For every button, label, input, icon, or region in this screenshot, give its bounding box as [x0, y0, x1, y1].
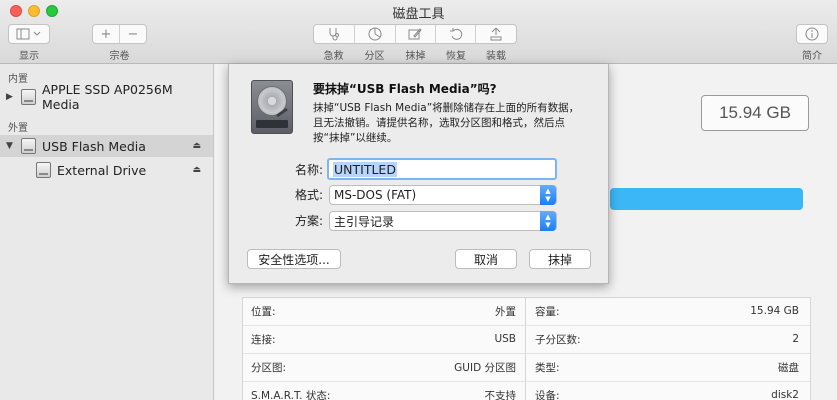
sidebar: 内置 ▶ APPLE SSD AP0256M Media 外置 ▼ USB Fl… — [0, 64, 214, 400]
sidebar-view-icon — [9, 25, 49, 43]
erase-sheet-dialog: 要抹掉“USB Flash Media”吗? 抹掉“USB Flash Medi… — [228, 64, 609, 284]
popup-arrows-icon: ▲ ▼ — [540, 185, 556, 205]
sidebar-item-label: USB Flash Media — [42, 138, 146, 154]
disclosure-triangle-icon[interactable]: ▼ — [6, 141, 13, 151]
display-toggle-button[interactable] — [8, 24, 50, 44]
usage-bar — [610, 188, 803, 210]
erase-pencil-icon — [408, 28, 423, 40]
remove-volume-button[interactable]: − — [120, 25, 146, 43]
disk-tools-group — [313, 24, 517, 44]
column-divider — [525, 298, 526, 400]
security-options-button[interactable]: 安全性选项... — [247, 249, 341, 269]
info-row-location: 位置: 外置 — [251, 301, 516, 321]
external-disk-icon — [21, 138, 36, 154]
disclosure-triangle-icon[interactable]: ▶ — [6, 92, 13, 102]
window-title: 磁盘工具 — [392, 7, 445, 22]
info-table: 位置: 外置 连接: USB 分区图: GUID 分区图 S.M.A.R.T. … — [242, 297, 811, 400]
info-value: 外置 — [495, 305, 516, 318]
cancel-button[interactable]: 取消 — [455, 249, 517, 269]
info-row-child-count: 子分区数: 2 — [535, 329, 799, 349]
scheme-popup[interactable]: 主引导记录 ▲ ▼ — [329, 211, 557, 231]
info-key: 容量: — [535, 305, 560, 318]
info-row-smart-status: S.M.A.R.T. 状态: 不支持 — [251, 385, 516, 400]
row-divider — [243, 353, 810, 354]
window-titlebar: 磁盘工具 显示 + − 宗卷 急救 分区 抹掉 恢复 装载 简介 — [0, 0, 837, 64]
add-volume-button[interactable]: + — [93, 25, 120, 43]
info-button[interactable] — [796, 24, 828, 44]
sheet-title: 要抹掉“USB Flash Media”吗? — [313, 82, 497, 96]
info-value: 2 — [792, 333, 799, 345]
sidebar-item-usb-flash-media[interactable]: ▼ USB Flash Media ⏏ — [0, 135, 213, 157]
info-icon — [797, 25, 827, 43]
format-popup[interactable]: MS-DOS (FAT) ▲ ▼ — [329, 185, 557, 205]
erase-confirm-button[interactable]: 抹掉 — [529, 249, 591, 269]
minus-icon: − — [127, 26, 139, 42]
info-key: 连接: — [251, 333, 276, 346]
info-value: 磁盘 — [778, 361, 799, 374]
internal-section-header: 内置 — [8, 74, 28, 85]
info-row-partition-map: 分区图: GUID 分区图 — [251, 357, 516, 377]
name-label: 名称: — [294, 163, 323, 177]
partition-button[interactable] — [355, 25, 396, 43]
sidebar-item-external-drive[interactable]: External Drive ⏏ — [0, 159, 213, 181]
capacity-display: 15.94 GB — [701, 95, 809, 131]
info-value: 不支持 — [484, 389, 517, 400]
restore-label: 恢复 — [446, 51, 466, 62]
info-row-connection: 连接: USB — [251, 329, 516, 349]
eject-icon[interactable]: ⏏ — [192, 141, 201, 151]
internal-disk-icon — [21, 89, 36, 105]
info-value: USB — [494, 333, 516, 345]
plus-icon: + — [100, 26, 112, 42]
name-input-value: UNTITLED — [333, 161, 397, 177]
scheme-value: 主引导记录 — [334, 214, 395, 229]
info-row-type: 类型: 磁盘 — [535, 357, 799, 377]
info-value: disk2 — [771, 389, 799, 400]
info-key: 分区图: — [251, 361, 287, 374]
volume-label: 宗卷 — [109, 51, 130, 62]
stethoscope-icon — [329, 28, 339, 41]
sidebar-item-label: External Drive — [57, 162, 147, 178]
first-aid-label: 急救 — [323, 51, 344, 62]
info-key: S.M.A.R.T. 状态: — [251, 389, 331, 400]
eject-icon[interactable]: ⏏ — [192, 165, 201, 175]
mount-icon — [490, 27, 502, 41]
info-row-capacity: 容量: 15.94 GB — [535, 301, 799, 321]
sidebar-item-label: APPLE SSD AP0256M Media — [42, 82, 173, 112]
sidebar-item-apple-ssd[interactable]: ▶ APPLE SSD AP0256M Media — [0, 82, 213, 112]
row-divider — [243, 381, 810, 382]
erase-button[interactable] — [396, 25, 437, 43]
name-input[interactable]: UNTITLED — [327, 158, 557, 180]
sheet-message: 抹掉“USB Flash Media”将删除储存在上面的所有数据，且无法撤销。请… — [313, 102, 580, 144]
mount-label: 装载 — [486, 51, 506, 62]
mount-button[interactable] — [476, 25, 516, 43]
first-aid-button[interactable] — [314, 25, 355, 43]
hard-drive-icon — [251, 80, 293, 134]
info-key: 设备: — [535, 389, 560, 400]
volume-button-group: + − — [92, 24, 147, 44]
partition-pie-icon — [368, 27, 382, 41]
info-label: 简介 — [802, 51, 822, 62]
restore-button[interactable] — [436, 25, 477, 43]
row-divider — [243, 325, 810, 326]
info-value: GUID 分区图 — [454, 361, 516, 374]
display-label: 显示 — [19, 51, 39, 62]
format-value: MS-DOS (FAT) — [334, 188, 417, 202]
partition-label: 分区 — [364, 51, 385, 62]
info-key: 子分区数: — [535, 333, 581, 346]
popup-arrows-icon: ▲ ▼ — [540, 211, 556, 231]
info-row-device: 设备: disk2 — [535, 385, 799, 400]
volume-icon — [36, 162, 51, 178]
info-key: 位置: — [251, 305, 276, 318]
info-key: 类型: — [535, 361, 560, 374]
erase-label: 抹掉 — [405, 51, 426, 62]
scheme-label: 方案: — [294, 214, 323, 228]
external-section-header: 外置 — [8, 123, 28, 134]
format-label: 格式: — [294, 188, 323, 202]
restore-arrow-icon — [449, 28, 462, 40]
info-value: 15.94 GB — [750, 305, 799, 317]
